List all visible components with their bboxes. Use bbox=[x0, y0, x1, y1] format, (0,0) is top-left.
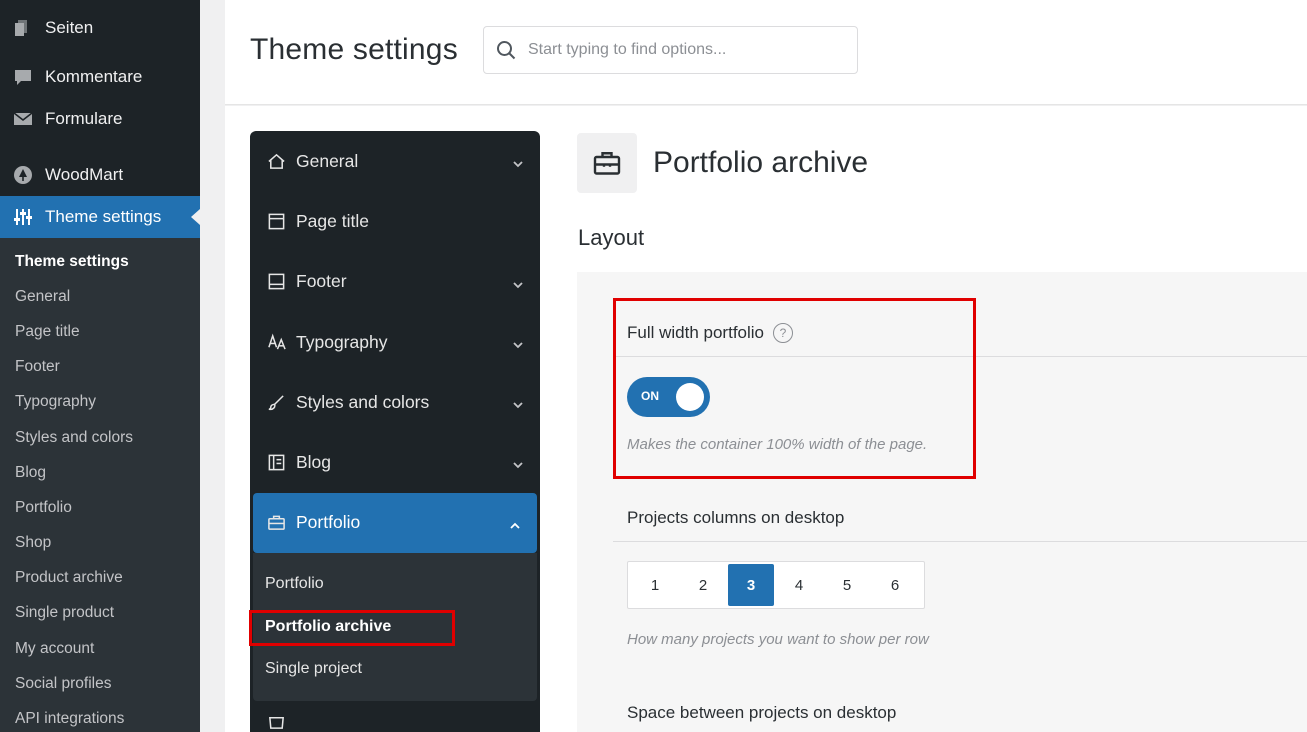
blog-icon bbox=[266, 453, 286, 473]
option-label: Full width portfolio bbox=[627, 323, 765, 342]
subnav-portfolio-archive[interactable]: Portfolio archive bbox=[253, 606, 537, 649]
search-icon bbox=[497, 41, 516, 60]
submenu-footer[interactable]: Footer bbox=[0, 350, 200, 385]
nav-label: Typography bbox=[296, 331, 388, 352]
search-input[interactable] bbox=[528, 41, 848, 59]
menu-item-kommentare[interactable]: Kommentare bbox=[0, 56, 200, 98]
menu-separator bbox=[0, 140, 200, 154]
chevron-down-icon bbox=[512, 154, 524, 168]
submenu-shop[interactable]: Shop bbox=[0, 526, 200, 561]
submenu-theme-settings[interactable]: Theme settings bbox=[0, 244, 200, 279]
option-label: Space between projects on desktop bbox=[627, 703, 897, 722]
mail-icon bbox=[12, 108, 34, 130]
briefcase-icon bbox=[593, 152, 621, 175]
search-box[interactable] bbox=[483, 26, 858, 74]
chevron-up-icon bbox=[509, 516, 521, 529]
home-icon bbox=[266, 151, 286, 171]
nav-item-general[interactable]: General bbox=[250, 131, 540, 191]
toggle-knob bbox=[676, 383, 704, 411]
nav-item-page-title[interactable]: Page title bbox=[250, 191, 540, 251]
chevron-down-icon bbox=[512, 455, 524, 469]
main-panel: General Page title Footer Typography Sty… bbox=[225, 106, 1307, 732]
portfolio-subnav: Portfolio Portfolio archive Single proje… bbox=[253, 553, 537, 702]
chevron-down-icon bbox=[512, 395, 524, 409]
submenu-single-product[interactable]: Single product bbox=[0, 596, 200, 631]
page-title-icon bbox=[266, 211, 286, 231]
option-label: Projects columns on desktop bbox=[627, 508, 845, 527]
submenu-typography[interactable]: Typography bbox=[0, 385, 200, 420]
nav-label: General bbox=[296, 150, 359, 171]
options-box: Full width portfolio ? ON Makes the cont… bbox=[577, 272, 1307, 732]
nav-label: Styles and colors bbox=[296, 391, 430, 412]
toggle-label: ON bbox=[641, 389, 659, 403]
footer-icon bbox=[266, 272, 286, 292]
nav-label: Blog bbox=[296, 452, 332, 473]
divider bbox=[613, 356, 1307, 357]
submenu-portfolio[interactable]: Portfolio bbox=[0, 490, 200, 525]
nav-label: Portfolio bbox=[296, 512, 361, 533]
theme-settings-nav: General Page title Footer Typography Sty… bbox=[250, 131, 540, 732]
menu-item-formulare[interactable]: Formulare bbox=[0, 98, 200, 140]
sliders-icon bbox=[12, 206, 34, 228]
option-title-full-width: Full width portfolio ? bbox=[627, 323, 794, 343]
tree-icon bbox=[12, 164, 34, 186]
submenu-social-profiles[interactable]: Social profiles bbox=[0, 666, 200, 701]
wp-admin-sidebar: Seiten Kommentare Formulare WoodMart The… bbox=[0, 0, 200, 732]
submenu-styles-colors[interactable]: Styles and colors bbox=[0, 420, 200, 455]
column-option-3[interactable]: 3 bbox=[728, 564, 774, 606]
divider bbox=[613, 541, 1307, 542]
wp-submenu: Theme settings General Page title Footer… bbox=[0, 238, 200, 732]
option-description: Makes the container 100% width of the pa… bbox=[627, 436, 928, 453]
typography-icon bbox=[266, 332, 286, 352]
menu-label: Theme settings bbox=[45, 207, 162, 226]
pages-icon bbox=[12, 17, 34, 39]
full-width-toggle[interactable]: ON bbox=[627, 377, 710, 417]
content-area: Theme settings General Page title Footer bbox=[200, 0, 1307, 732]
menu-label: Kommentare bbox=[45, 67, 143, 86]
option-title-columns: Projects columns on desktop bbox=[627, 508, 844, 528]
subnav-portfolio[interactable]: Portfolio bbox=[253, 563, 537, 606]
briefcase-icon bbox=[266, 513, 286, 533]
menu-label: WoodMart bbox=[45, 165, 124, 184]
submenu-page-title[interactable]: Page title bbox=[0, 314, 200, 349]
nav-item-portfolio[interactable]: Portfolio bbox=[253, 492, 537, 554]
nav-item-blog[interactable]: Blog bbox=[250, 432, 540, 492]
chevron-down-icon bbox=[512, 335, 524, 349]
shop-icon bbox=[266, 711, 286, 731]
columns-button-group: 1 2 3 4 5 6 bbox=[627, 561, 925, 609]
option-description: How many projects you want to show per r… bbox=[627, 631, 929, 648]
chevron-down-icon bbox=[512, 275, 524, 288]
menu-item-woodmart[interactable]: WoodMart bbox=[0, 154, 200, 196]
nav-item-footer[interactable]: Footer bbox=[250, 252, 540, 312]
nav-item-styles-colors[interactable]: Styles and colors bbox=[250, 372, 540, 432]
help-icon[interactable]: ? bbox=[773, 323, 794, 343]
section-icon bbox=[577, 133, 637, 193]
column-option-6[interactable]: 6 bbox=[872, 564, 918, 606]
column-option-2[interactable]: 2 bbox=[680, 564, 726, 606]
option-title-spacing: Space between projects on desktop bbox=[627, 703, 896, 723]
page-title: Theme settings bbox=[250, 33, 458, 66]
nav-label: Footer bbox=[296, 271, 347, 292]
comments-icon bbox=[12, 66, 34, 88]
menu-item-seiten[interactable]: Seiten bbox=[0, 0, 200, 56]
settings-header: Theme settings bbox=[225, 0, 1307, 105]
column-option-4[interactable]: 4 bbox=[776, 564, 822, 606]
nav-item-shop-partial[interactable] bbox=[250, 701, 540, 732]
brush-icon bbox=[266, 392, 286, 412]
nav-item-typography[interactable]: Typography bbox=[250, 312, 540, 372]
submenu-product-archive[interactable]: Product archive bbox=[0, 561, 200, 596]
submenu-my-account[interactable]: My account bbox=[0, 631, 200, 666]
submenu-blog[interactable]: Blog bbox=[0, 455, 200, 490]
menu-label: Seiten bbox=[45, 18, 94, 37]
column-option-5[interactable]: 5 bbox=[824, 564, 870, 606]
group-title: Layout bbox=[578, 225, 645, 250]
submenu-api-integrations[interactable]: API integrations bbox=[0, 701, 200, 732]
subnav-single-project[interactable]: Single project bbox=[253, 648, 537, 691]
column-option-1[interactable]: 1 bbox=[632, 564, 678, 606]
menu-label: Formulare bbox=[45, 109, 123, 128]
submenu-general[interactable]: General bbox=[0, 279, 200, 314]
section-title: Portfolio archive bbox=[653, 146, 869, 179]
nav-label: Page title bbox=[296, 210, 369, 231]
menu-item-theme-settings[interactable]: Theme settings bbox=[0, 196, 200, 238]
